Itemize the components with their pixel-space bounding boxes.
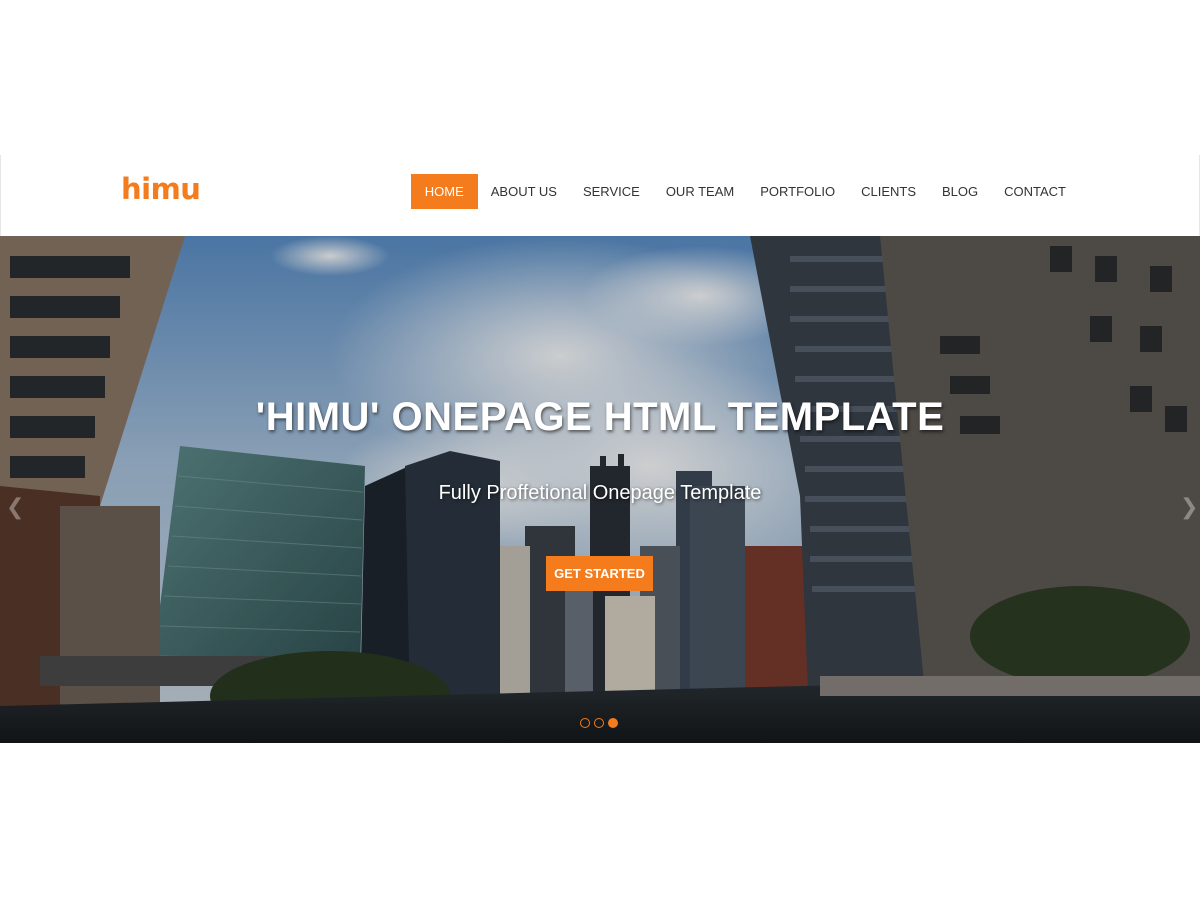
nav-item-portfolio[interactable]: PORTFOLIO [747,174,848,209]
hero-title: 'HIMU' ONEPAGE HTML TEMPLATE [255,395,945,439]
nav-item-our-team[interactable]: OUR TEAM [653,174,747,209]
slider-dot-2[interactable] [594,718,604,728]
slider-dot-3[interactable] [608,718,618,728]
main-nav: HOME ABOUT US SERVICE OUR TEAM PORTFOLIO… [410,174,1079,209]
nav-item-service[interactable]: SERVICE [570,174,653,209]
logo-text: himu [121,172,201,206]
slider-dot-1[interactable] [580,718,590,728]
nav-item-about-us[interactable]: ABOUT US [478,174,570,209]
navbar: himu HOME ABOUT US SERVICE OUR TEAM PORT… [0,155,1200,236]
nav-item-blog[interactable]: BLOG [929,174,991,209]
nav-item-clients[interactable]: CLIENTS [848,174,929,209]
nav-item-home[interactable]: HOME [410,174,478,209]
slider-indicators [580,718,618,728]
hero-subtitle: Fully Proffetional Onepage Template [438,482,762,504]
nav-item-contact[interactable]: CONTACT [991,174,1079,209]
get-started-button[interactable]: GET STARTED [546,556,653,591]
logo[interactable]: himu [121,169,201,209]
